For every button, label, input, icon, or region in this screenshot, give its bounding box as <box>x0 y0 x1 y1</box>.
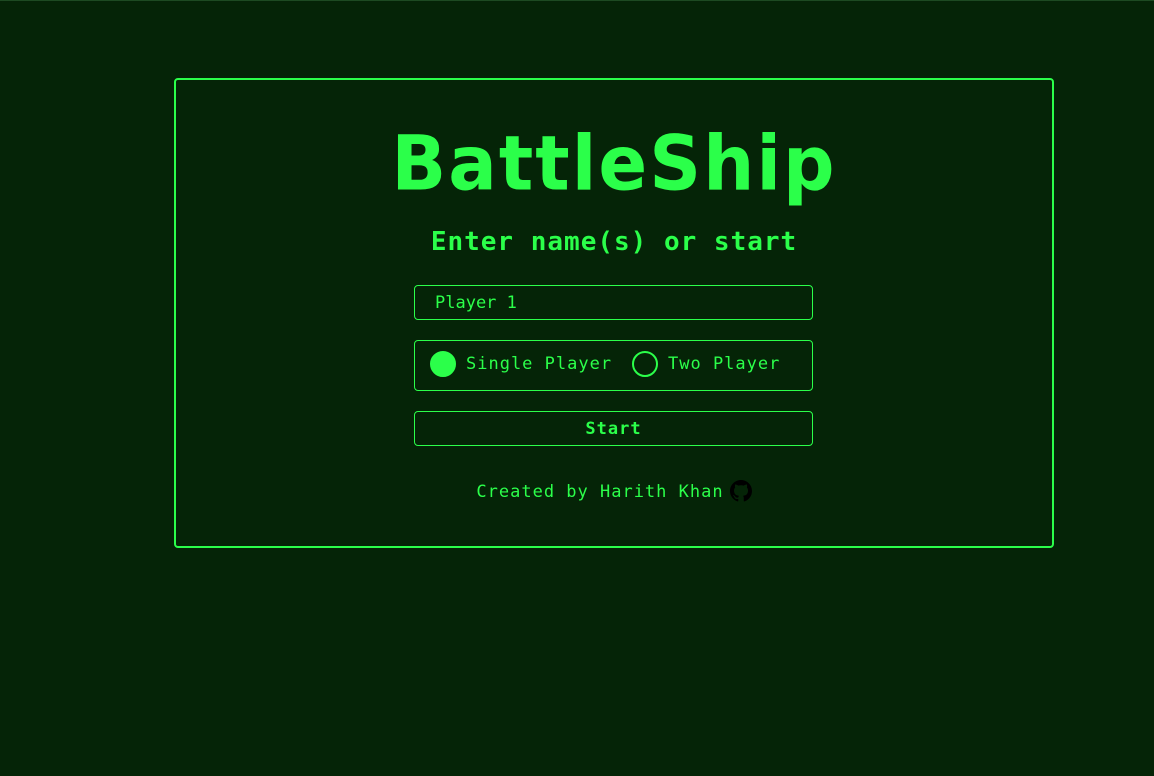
app-title: BattleShip <box>391 118 837 208</box>
two-player-label[interactable]: Two Player <box>668 352 780 376</box>
player1-name-input[interactable] <box>414 285 813 320</box>
start-button[interactable]: Start <box>414 411 813 446</box>
footer-credit: Created by Harith Khan <box>176 480 1052 504</box>
github-icon[interactable] <box>729 480 752 502</box>
single-player-label[interactable]: Single Player <box>466 352 612 376</box>
credit-text: Created by Harith Khan <box>476 482 724 502</box>
page-subtitle: Enter name(s) or start <box>430 227 798 257</box>
two-player-radio[interactable] <box>632 351 658 377</box>
start-panel: BattleShip Enter name(s) or start Single… <box>174 78 1054 548</box>
game-mode-selector: Single Player Two Player <box>414 340 813 391</box>
single-player-radio[interactable] <box>430 351 456 377</box>
